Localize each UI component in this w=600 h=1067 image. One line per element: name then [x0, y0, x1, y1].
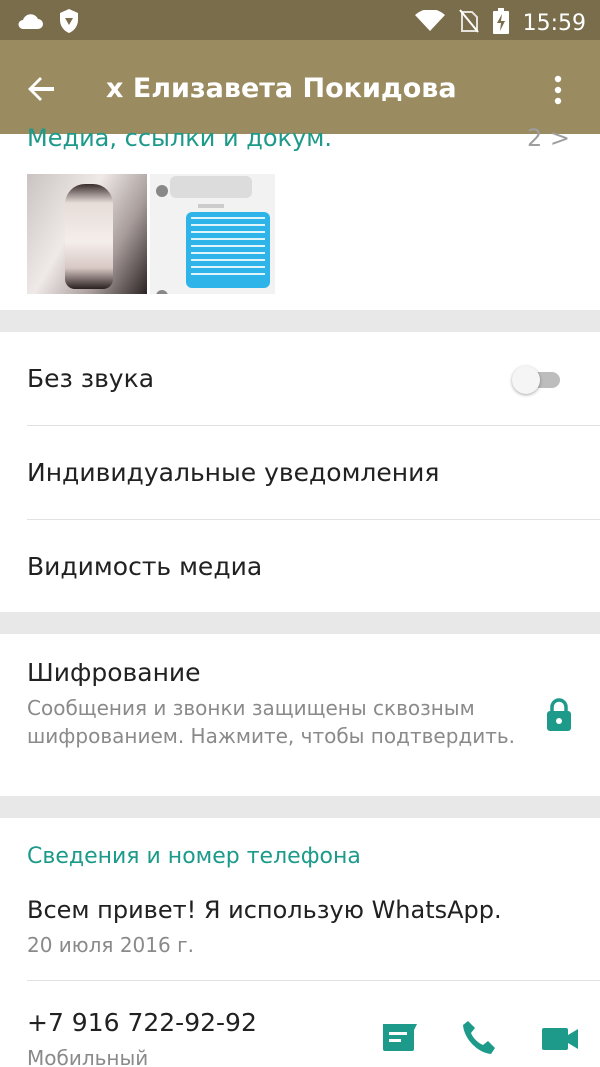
message-icon — [383, 1024, 417, 1051]
no-sim-icon — [458, 9, 479, 38]
video-call-button[interactable] — [540, 1018, 580, 1058]
contact-name-title[interactable]: x Елизавета Покидова — [106, 73, 457, 104]
status-time: 15:59 — [522, 11, 586, 36]
media-section-title: Медиа, ссылки и докум. — [27, 124, 332, 152]
media-thumbnail-photo[interactable] — [27, 174, 147, 294]
encryption-description: Сообщения и звонки защищены сквозным шиф… — [27, 696, 516, 748]
phone-type-label: Мобильный — [27, 1046, 149, 1067]
cloud-icon — [16, 11, 44, 36]
media-thumbnail-screenshot[interactable] — [150, 174, 275, 294]
divider — [27, 980, 600, 981]
custom-notifications-row[interactable]: Индивидуальные уведомления — [0, 426, 600, 520]
custom-notifications-label: Индивидуальные уведомления — [27, 458, 440, 487]
settings-section: Без звука Индивидуальные уведомления Вид… — [0, 332, 600, 612]
encryption-row[interactable]: Шифрование Сообщения и звонки защищены с… — [0, 634, 600, 796]
video-camera-icon — [542, 1028, 578, 1050]
back-button[interactable] — [22, 68, 62, 108]
more-options-button[interactable] — [538, 70, 578, 110]
encryption-title: Шифрование — [27, 658, 201, 687]
about-section-header: Сведения и номер телефона — [27, 844, 361, 869]
voice-call-button[interactable] — [460, 1018, 500, 1058]
media-section[interactable]: Медиа, ссылки и докум. 2 > — [0, 124, 600, 310]
media-visibility-label: Видимость медиа — [27, 552, 263, 581]
status-bar: 15:59 — [0, 0, 600, 40]
message-button[interactable] — [380, 1018, 420, 1058]
about-and-phone-section: Сведения и номер телефона Всем привет! Я… — [0, 818, 600, 1067]
more-vert-icon — [554, 75, 562, 105]
media-count: 2 > — [526, 124, 570, 152]
phone-number[interactable]: +7 916 722-92-92 — [27, 1008, 257, 1037]
battery-charging-icon — [492, 8, 509, 39]
about-status-text: Всем привет! Я использую WhatsApp. — [27, 896, 502, 924]
wifi-icon — [414, 9, 445, 37]
phone-icon — [463, 1021, 495, 1054]
shield-icon — [58, 8, 80, 39]
mute-label: Без звука — [27, 364, 155, 393]
mute-row[interactable]: Без звука — [0, 332, 600, 426]
media-visibility-row[interactable]: Видимость медиа — [0, 520, 600, 614]
app-bar: x Елизавета Покидова — [0, 40, 600, 134]
back-arrow-icon — [28, 77, 54, 101]
mute-toggle[interactable] — [512, 366, 562, 394]
about-status-date: 20 июля 2016 г. — [27, 933, 194, 957]
lock-icon — [544, 698, 574, 732]
